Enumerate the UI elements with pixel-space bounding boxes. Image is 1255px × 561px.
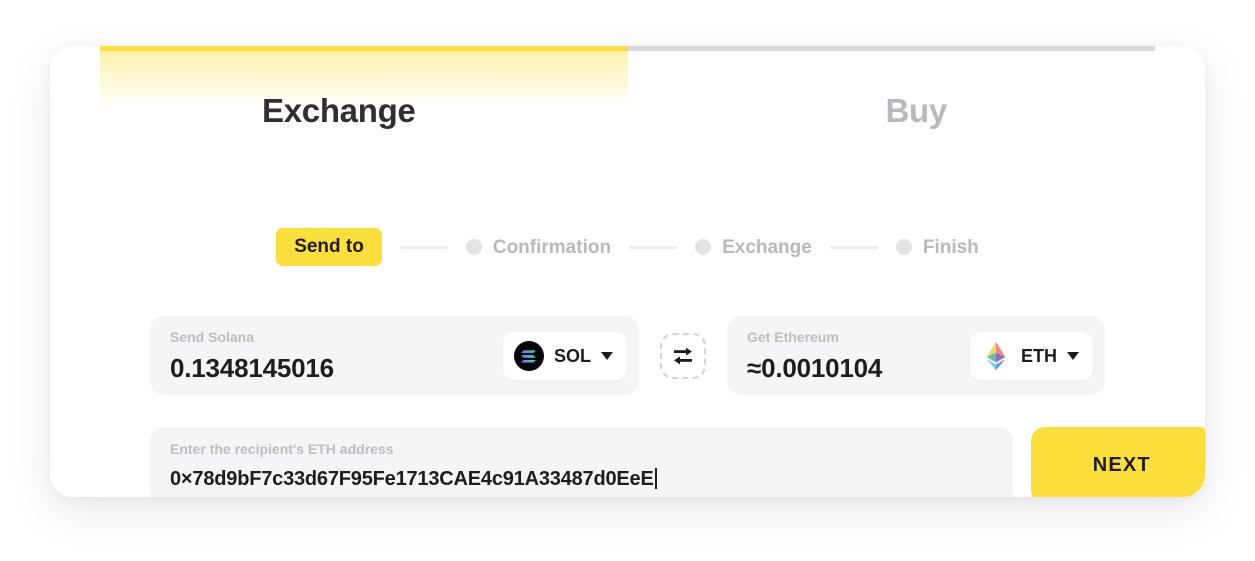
next-button[interactable]: NEXT — [1030, 427, 1205, 497]
chevron-down-icon — [601, 351, 613, 360]
step-finish-label: Finish — [922, 236, 979, 258]
address-row: Enter the recipient's ETH address 0×78d9… — [150, 427, 1205, 497]
step-confirmation-dot-icon — [465, 239, 482, 255]
recipient-address-label: Enter the recipient's ETH address — [170, 441, 394, 457]
ethereum-icon — [986, 341, 1006, 370]
recipient-address-text: 0×78d9bF7c33d67F95Fe1713CAE4c91A33487d0E… — [170, 467, 654, 490]
step-send-to-label: Send to — [276, 228, 382, 266]
get-coin-ticker: ETH — [1021, 345, 1057, 366]
get-coin-selector[interactable]: ETH — [970, 331, 1093, 380]
page-root: Exchange Buy Send to Confirmation Exchan… — [0, 0, 1255, 561]
send-amount-input[interactable]: 0.1348145016 — [170, 355, 503, 381]
tab-buy[interactable]: Buy — [627, 46, 1206, 164]
step-exchange-dot-icon — [695, 239, 712, 255]
recipient-address-input[interactable]: 0×78d9bF7c33d67F95Fe1713CAE4c91A33487d0E… — [170, 468, 993, 489]
amount-row: Send Solana 0.1348145016 SOL Get Ethereu… — [150, 316, 1105, 395]
chevron-down-icon — [1067, 351, 1079, 360]
swap-arrows-icon — [674, 347, 692, 364]
get-amount-value: ≈0.0010104 — [747, 355, 883, 381]
step-confirmation[interactable]: Confirmation — [465, 236, 612, 258]
solana-icon — [513, 340, 544, 371]
exchange-card: Exchange Buy Send to Confirmation Exchan… — [50, 46, 1205, 497]
step-connector — [829, 245, 878, 249]
text-cursor — [654, 468, 657, 489]
send-amount-fields: Send Solana 0.1348145016 — [170, 330, 503, 381]
tab-buy-label: Buy — [885, 91, 948, 129]
step-confirmation-label: Confirmation — [492, 236, 612, 258]
step-connector — [629, 245, 678, 249]
tab-buy-indicator — [627, 46, 1155, 51]
tab-exchange-label: Exchange — [262, 91, 416, 129]
tab-bar: Exchange Buy — [50, 46, 1205, 164]
swap-direction-button[interactable] — [660, 332, 706, 379]
recipient-address-box[interactable]: Enter the recipient's ETH address 0×78d9… — [150, 427, 1013, 497]
get-amount-box[interactable]: Get Ethereum ≈0.0010104 ETH — [727, 316, 1105, 395]
step-connector — [399, 245, 448, 249]
send-coin-selector[interactable]: SOL — [502, 331, 627, 380]
tab-exchange-indicator — [100, 46, 628, 51]
step-exchange-label: Exchange — [722, 236, 812, 258]
send-coin-ticker: SOL — [553, 345, 591, 366]
send-amount-box[interactable]: Send Solana 0.1348145016 SOL — [150, 316, 639, 395]
get-amount-fields: Get Ethereum ≈0.0010104 — [747, 330, 970, 381]
step-finish[interactable]: Finish — [895, 236, 979, 258]
step-exchange[interactable]: Exchange — [695, 238, 812, 257]
tab-exchange[interactable]: Exchange — [50, 46, 628, 164]
step-send-to[interactable]: Send to — [276, 228, 382, 266]
send-amount-label: Send Solana — [170, 329, 255, 345]
step-finish-dot-icon — [895, 239, 912, 255]
progress-stepper: Send to Confirmation Exchange Finish — [50, 228, 1205, 266]
get-amount-label: Get Ethereum — [747, 329, 839, 345]
